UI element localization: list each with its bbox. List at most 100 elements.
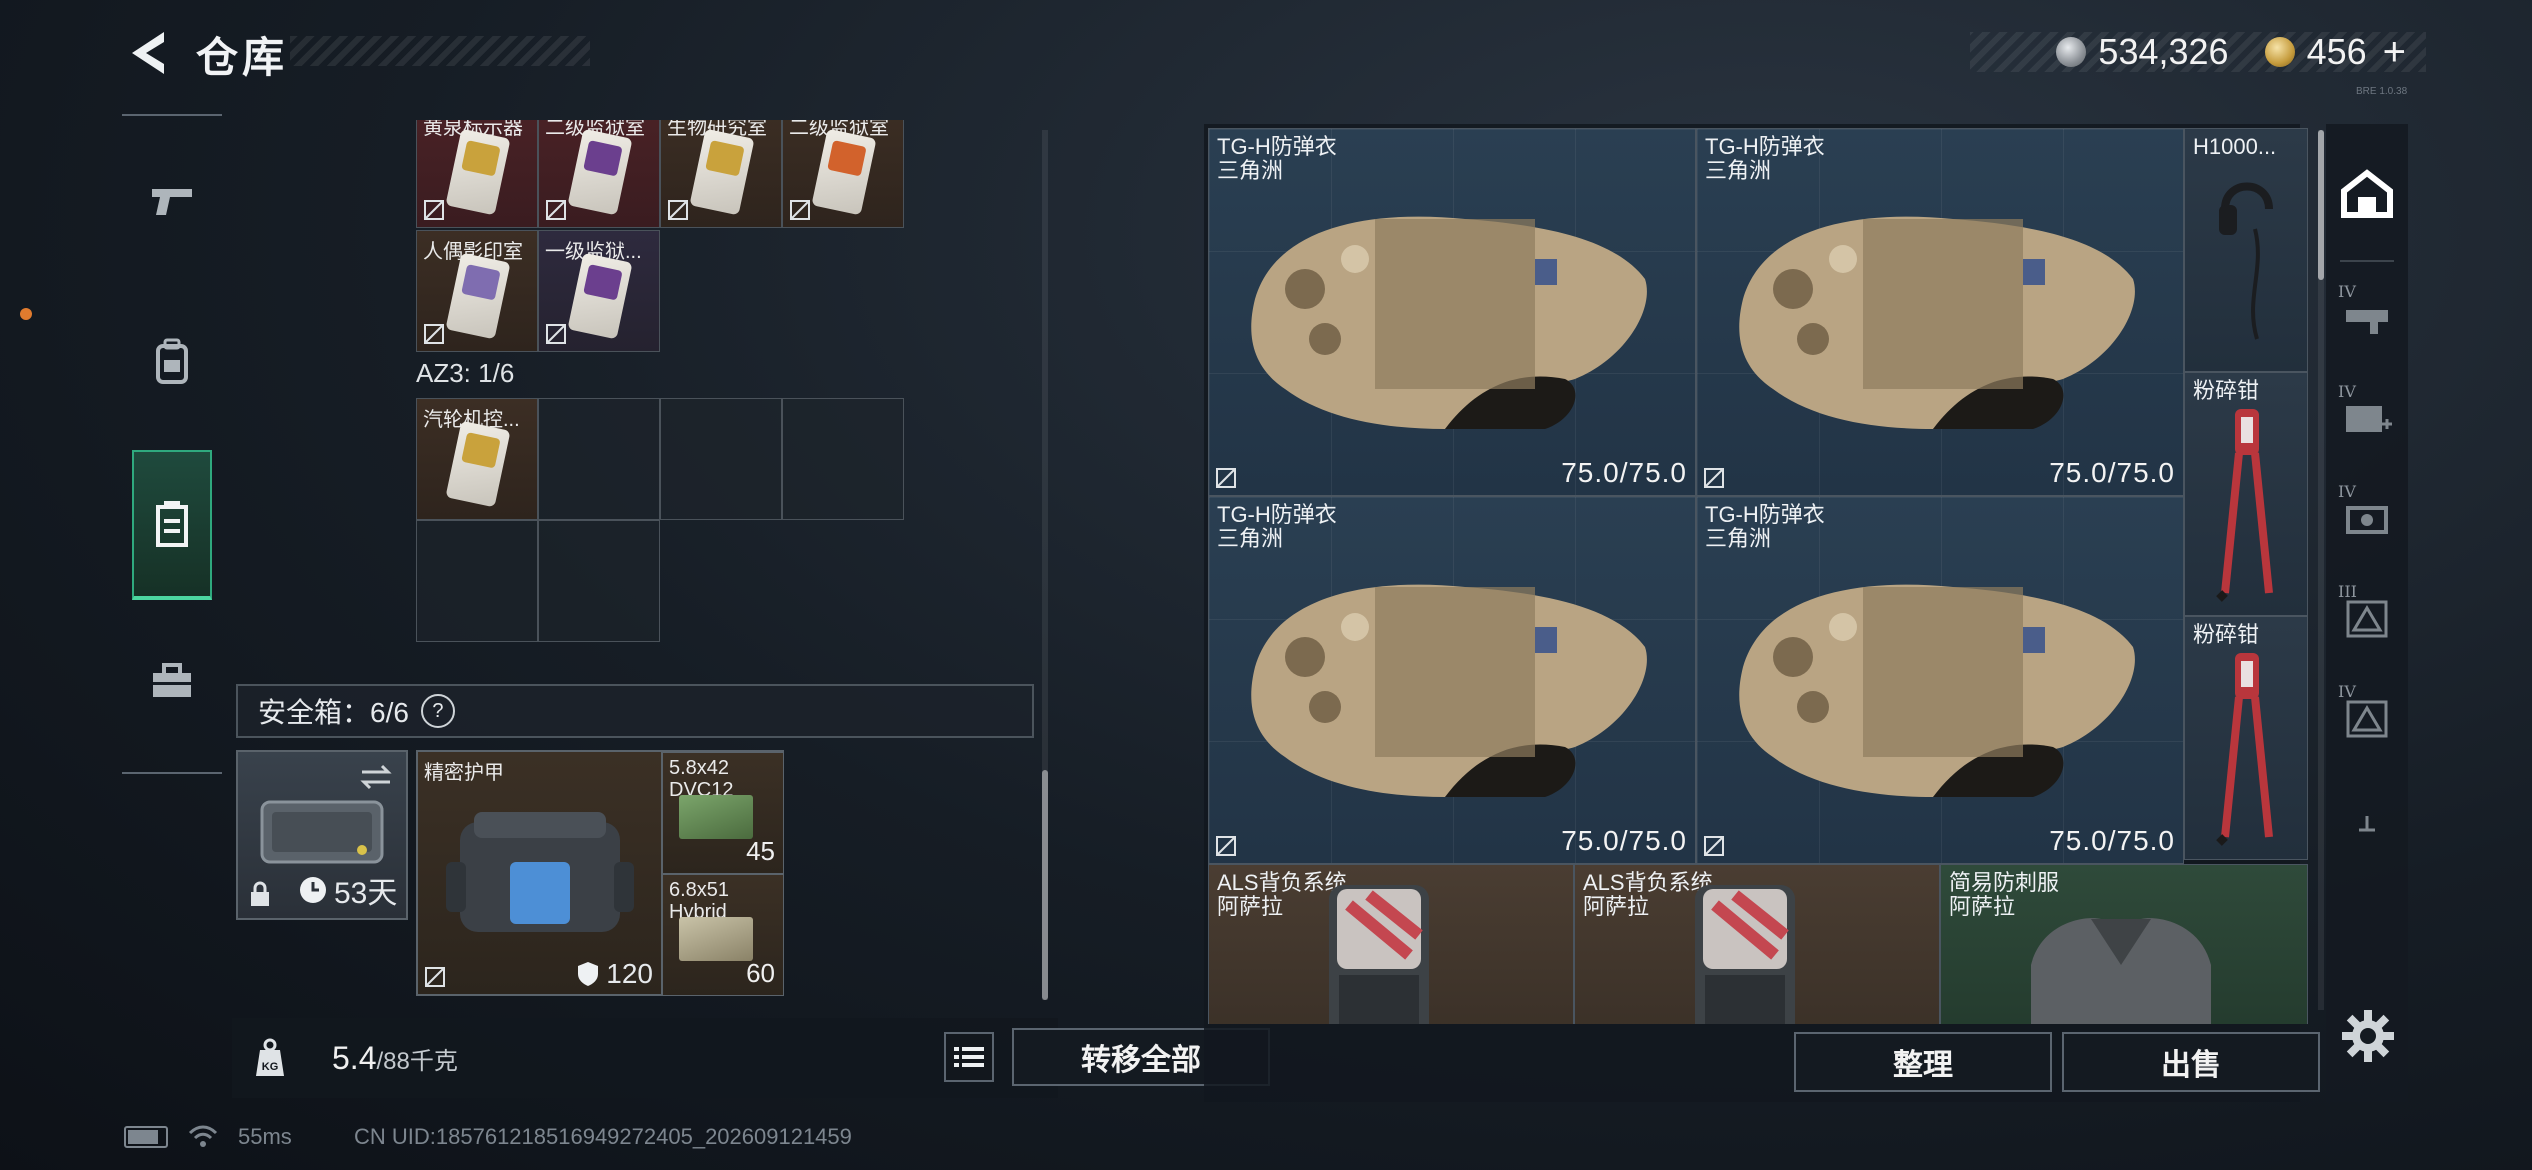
user-id: CN UID:185761218516949272405_20260912145… [354, 1124, 852, 1149]
keycard-slot[interactable]: 汽轮机控... [416, 398, 538, 520]
lock-icon [251, 881, 269, 906]
sort-button[interactable]: 整理 [1794, 1032, 2052, 1092]
filter-tier-triangle-2[interactable]: IV [2334, 678, 2400, 758]
version-label: BRE 1.0.38 [2356, 86, 2408, 97]
filter-column: IV IV IV III IV [2326, 124, 2408, 1102]
keycard-slot[interactable]: 二级监狱室 [782, 120, 904, 228]
stash-panel: TG-H防弹衣 三角洲 75.0/75.0 TG-H防弹衣 三角洲 75.0/75. [1204, 124, 2320, 1102]
armor-vest-icon [1739, 584, 2135, 797]
empty-slot[interactable] [660, 398, 782, 520]
filter-all[interactable] [2334, 154, 2400, 234]
weight-readout: 5.4/88千克 [332, 1039, 458, 1076]
keycard-slot[interactable]: 一级监狱... [538, 230, 660, 352]
keycard-row-1: 黄泉标示器 二级监狱室 生物研究室 二级监狱室 [416, 120, 906, 230]
triangle-badge-icon [2346, 600, 2388, 638]
ammo-item[interactable]: 5.8x42 DVC12 45 [662, 752, 784, 874]
pistol-icon [152, 189, 192, 215]
filter-tier-triangle[interactable]: III [2334, 578, 2400, 658]
az3-label: AZ3: 1/6 [416, 358, 515, 388]
no-bind-icon [425, 967, 445, 987]
ping-readout: 55ms [238, 1124, 292, 1149]
no-bind-icon [546, 200, 566, 220]
armor-item[interactable]: TG-H防弹衣 三角洲 75.0/75.0 [1208, 128, 1696, 496]
nav-container[interactable] [132, 450, 212, 600]
empty-slot[interactable] [416, 520, 538, 642]
swap-icon[interactable] [358, 762, 394, 792]
triangle-badge-icon [2346, 700, 2388, 738]
keycard-slot[interactable]: 二级监狱室 [538, 120, 660, 228]
keycard-slot[interactable]: 黄泉标示器 [416, 120, 538, 228]
armor-item[interactable]: TG-H防弹衣 三角洲 75.0/75.0 [1696, 128, 2184, 496]
nav-backpack[interactable] [132, 306, 212, 416]
gold-currency[interactable]: 456 + [2264, 30, 2406, 75]
armor-item[interactable]: TG-H防弹衣 三角洲 75.0/75.0 [1208, 496, 1696, 864]
equipment-icon [2346, 506, 2388, 534]
left-scrollbar[interactable] [1042, 130, 1048, 1000]
body-armor-item[interactable]: 简易防刺服 阿萨拉 [1940, 864, 2308, 1024]
backpack-item[interactable]: ALS背负系统 阿萨拉 [1208, 864, 1574, 1024]
no-bind-icon [668, 200, 688, 220]
filter-tier-medical[interactable]: IV [2334, 378, 2400, 458]
empty-slot[interactable] [782, 398, 904, 520]
left-nav [122, 114, 222, 774]
filter-tier-equipment[interactable]: IV [2334, 478, 2400, 558]
backpack-item[interactable]: ALS背负系统 阿萨拉 [1574, 864, 1940, 1024]
inventory-footer: KG 5.4/88千克 转移全部 [232, 1018, 1270, 1098]
keycard-icon [445, 420, 511, 508]
safe-container[interactable]: 53天 [236, 750, 408, 920]
armor-vest-icon [1251, 216, 1647, 429]
container-icon [156, 501, 188, 547]
ammo-item[interactable]: 6.8x51 Hybrid 60 [662, 874, 784, 996]
shield-icon [578, 962, 599, 986]
empty-slot[interactable] [538, 520, 660, 642]
bolt-cutter-icon [2216, 409, 2273, 602]
weight-icon: KG [256, 1038, 284, 1076]
add-currency-icon[interactable]: + [2383, 30, 2406, 75]
nav-weapons[interactable] [132, 146, 212, 256]
toolbox-icon [153, 663, 191, 697]
svg-text:KG: KG [262, 1061, 279, 1073]
silver-currency: 534,326 [2056, 31, 2229, 73]
gear-icon[interactable] [2340, 1008, 2396, 1064]
notification-dot [20, 308, 32, 320]
crusher-item[interactable]: 粉碎钳 [2184, 616, 2308, 860]
backpack-icon [156, 338, 188, 384]
list-view-button[interactable] [944, 1032, 994, 1082]
help-icon[interactable]: ? [420, 694, 455, 728]
nav-toolbox[interactable] [132, 626, 212, 736]
medical-icon [2346, 406, 2392, 432]
armor-item[interactable]: TG-H防弹衣 三角洲 75.0/75.0 [1696, 496, 2184, 864]
no-bind-icon [424, 324, 444, 344]
armor-item[interactable]: 精密护甲 120 [418, 752, 662, 994]
keycard-slot[interactable]: 生物研究室 [660, 120, 782, 228]
filter-tier-weapon[interactable]: IV [2334, 278, 2400, 358]
sell-button[interactable]: 出售 [2062, 1032, 2320, 1092]
keycard-icon [567, 128, 633, 216]
weapon-parts-icon [2346, 310, 2388, 334]
safe-items: 精密护甲 120 5.8x42 DVC12 45 6.8x51 Hybrid 6… [416, 750, 784, 996]
safe-duration: 53天 [334, 877, 398, 910]
no-bind-icon [1216, 468, 1236, 488]
armor-vest-icon [1739, 216, 2135, 429]
wifi-icon [188, 1125, 218, 1147]
back-button[interactable] [118, 22, 178, 84]
headset-item[interactable]: H1000... [2184, 128, 2308, 372]
title-decoration [290, 36, 590, 66]
backpack-icon [1695, 885, 1795, 1024]
battery-icon [124, 1126, 168, 1148]
no-bind-icon [1704, 836, 1724, 856]
keycard-slot[interactable]: 人偶影印室 [416, 230, 538, 352]
no-bind-icon [1704, 468, 1724, 488]
filter-more[interactable] [2334, 804, 2400, 844]
headset-icon [2219, 182, 2273, 340]
armor-vest-icon [1251, 584, 1647, 797]
status-footer: 55ms [124, 1120, 292, 1154]
page-title: 仓库 [196, 34, 289, 81]
empty-slot[interactable] [538, 398, 660, 520]
crusher-item[interactable]: 粉碎钳 [2184, 372, 2308, 616]
right-scrollbar[interactable] [2318, 130, 2324, 1010]
more-icon [2359, 816, 2375, 832]
keycard-icon [445, 128, 511, 216]
warehouse-icon [2341, 169, 2393, 218]
backpack-icon [1329, 885, 1429, 1024]
